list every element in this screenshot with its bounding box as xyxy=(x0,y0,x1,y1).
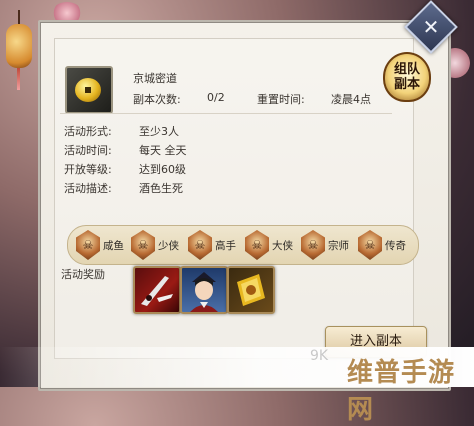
watermark-text: 维普手游网 xyxy=(347,358,456,425)
rank-medal-icon: ☠ xyxy=(301,230,325,260)
info-value: 酒色生死 xyxy=(139,182,183,195)
rank-label: 咸鱼 xyxy=(103,239,124,252)
reset-time-label: 重置时间: xyxy=(257,93,305,106)
watermark-faint-text: 9K xyxy=(310,348,329,364)
team-badge-line1: 组队 xyxy=(393,62,420,77)
rank-label: 大侠 xyxy=(272,239,293,252)
rank-tier: ☠ 宗师 xyxy=(301,229,349,261)
rank-tier: ☠ 咸鱼 xyxy=(76,229,124,261)
character-portrait-icon[interactable] xyxy=(180,266,228,314)
rank-medal-icon: ☠ xyxy=(358,230,382,260)
attempts-label: 副本次数: xyxy=(133,93,181,106)
info-value: 至少3人 xyxy=(139,125,179,138)
dungeon-name: 京城密道 xyxy=(133,72,177,85)
blade-icon[interactable] xyxy=(133,266,181,314)
rank-tier: ☠ 高手 xyxy=(188,229,236,261)
rank-label: 传奇 xyxy=(385,239,406,252)
golden-scroll-icon[interactable] xyxy=(227,266,275,314)
rank-medal-icon: ☠ xyxy=(188,230,212,260)
team-badge-line2: 副本 xyxy=(393,77,420,92)
rank-medal-icon: ☠ xyxy=(245,230,269,260)
divider xyxy=(60,113,392,114)
rank-tier-bar: ☠ 咸鱼 ☠ 少侠 ☠ 高手 ☠ 大侠 ☠ 宗师 ☠ 传奇 xyxy=(67,225,419,265)
rank-label: 宗师 xyxy=(328,239,349,252)
reward-label: 活动奖励 xyxy=(61,268,105,281)
lantern-decoration xyxy=(6,10,32,90)
info-label: 活动形式: xyxy=(64,125,112,138)
info-label: 活动描述: xyxy=(64,182,112,195)
rank-tier: ☠ 少侠 xyxy=(131,229,179,261)
rank-tier: ☠ 大侠 xyxy=(245,229,293,261)
rank-label: 高手 xyxy=(215,239,236,252)
rank-label: 少侠 xyxy=(158,239,179,252)
rank-tier: ☠ 传奇 xyxy=(358,229,406,261)
close-icon: ✕ xyxy=(422,15,440,39)
info-value: 每天 全天 xyxy=(139,144,187,157)
info-label: 开放等级: xyxy=(64,163,112,176)
rank-medal-icon: ☠ xyxy=(131,230,155,260)
reset-time-value: 凌晨4点 xyxy=(331,93,371,106)
dungeon-coin-icon xyxy=(65,66,113,114)
attempts-value: 0/2 xyxy=(207,91,225,104)
rank-medal-icon: ☠ xyxy=(76,230,100,260)
info-value: 达到60级 xyxy=(139,163,186,176)
team-dungeon-badge: 组队 副本 xyxy=(383,52,431,102)
info-label: 活动时间: xyxy=(64,144,112,157)
